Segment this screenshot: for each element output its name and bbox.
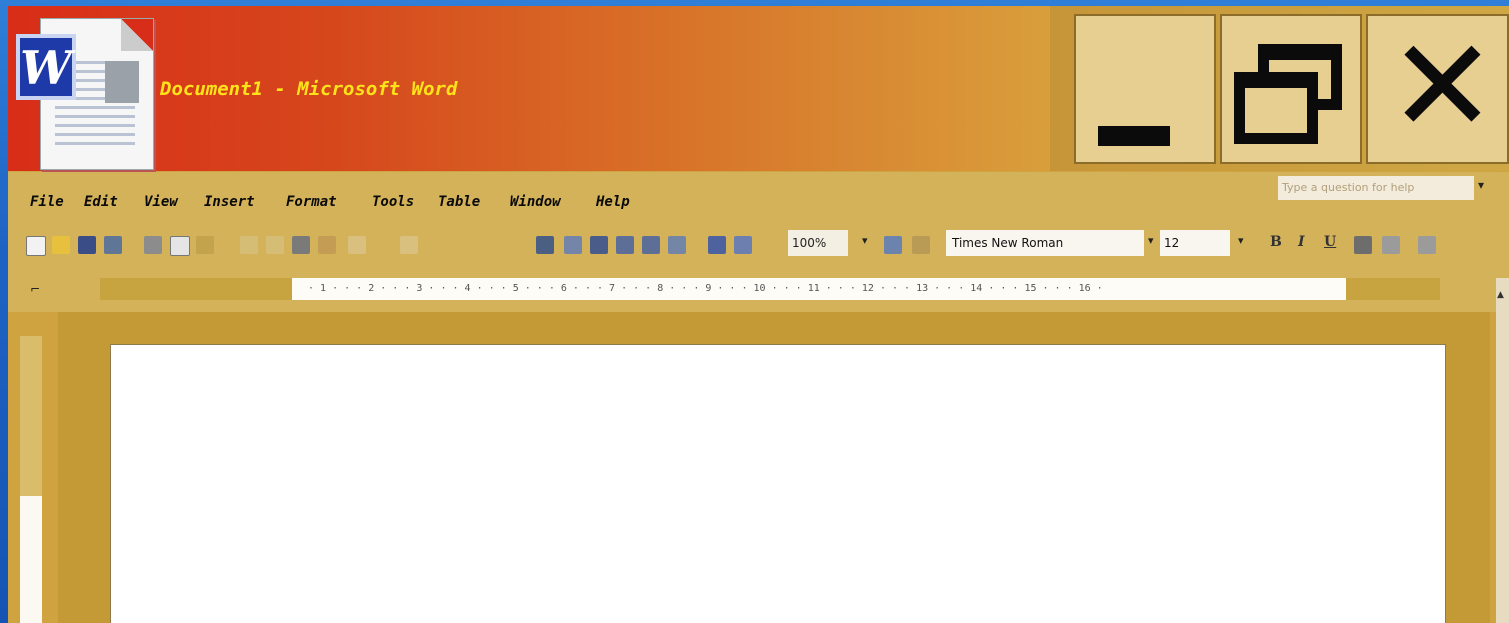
columns-icon[interactable] (642, 236, 660, 254)
window-title: Document1 - Microsoft Word (160, 78, 458, 100)
menu-help[interactable]: Help (596, 194, 630, 210)
align-center-icon[interactable] (1382, 236, 1400, 254)
menu-edit[interactable]: Edit (84, 194, 118, 210)
menu-file[interactable]: File (30, 194, 64, 210)
open-folder-icon[interactable] (52, 236, 70, 254)
restore-icon-front (1234, 72, 1318, 144)
help-search-input[interactable]: Type a question for help (1278, 176, 1474, 200)
toolbar (8, 224, 1509, 268)
help-icon[interactable] (884, 236, 902, 254)
insert-table-icon[interactable] (590, 236, 608, 254)
word-window: W Document1 - Microsoft Word ✕ File Edit… (8, 6, 1509, 623)
insert-excel-icon[interactable] (616, 236, 634, 254)
tables-borders-icon[interactable] (564, 236, 582, 254)
menu-view[interactable]: View (144, 194, 178, 210)
zoom-field[interactable]: 100% (788, 230, 848, 256)
show-hide-icon[interactable] (734, 236, 752, 254)
underline-button[interactable]: U (1324, 234, 1336, 250)
print-preview-icon[interactable] (170, 236, 190, 256)
document-map-icon[interactable] (708, 236, 726, 254)
font-size-dropdown-icon[interactable]: ▾ (1238, 234, 1244, 247)
vertical-ruler[interactable] (20, 336, 42, 623)
minimize-button[interactable] (1074, 14, 1216, 164)
bold-button[interactable]: B (1270, 234, 1282, 250)
page-fold (121, 19, 153, 51)
save-icon[interactable] (78, 236, 96, 254)
print-icon[interactable] (144, 236, 162, 254)
copy-icon[interactable] (266, 236, 284, 254)
permission-icon[interactable] (104, 236, 122, 254)
restore-button[interactable] (1220, 14, 1362, 164)
zoom-dropdown-icon[interactable]: ▾ (862, 234, 868, 247)
menu-window[interactable]: Window (510, 194, 561, 210)
menu-format[interactable]: Format (286, 194, 337, 210)
image-placeholder (105, 61, 139, 103)
tab-selector-icon[interactable]: ⌐ (30, 282, 40, 296)
minimize-icon (1098, 126, 1170, 146)
ruler-left-margin (100, 278, 292, 300)
align-left-icon[interactable] (1354, 236, 1372, 254)
font-name-field[interactable]: Times New Roman (946, 230, 1144, 256)
new-document-icon[interactable] (26, 236, 46, 256)
title-bar[interactable]: W Document1 - Microsoft Word (8, 6, 1078, 171)
close-button[interactable]: ✕ (1366, 14, 1509, 164)
ruler-right-margin (1346, 278, 1440, 300)
word-logo-icon[interactable]: W (16, 34, 76, 100)
hyperlink-icon[interactable] (536, 236, 554, 254)
menu-table[interactable]: Table (438, 194, 480, 210)
spelling-icon[interactable] (196, 236, 214, 254)
font-size-field[interactable]: 12 (1160, 230, 1230, 256)
italic-button[interactable]: I (1298, 234, 1305, 250)
help-dropdown-icon[interactable]: ▾ (1478, 178, 1484, 192)
vertical-scrollbar[interactable] (1496, 278, 1509, 623)
format-painter-icon[interactable] (318, 236, 336, 254)
menu-tools[interactable]: Tools (372, 194, 414, 210)
drawing-icon[interactable] (668, 236, 686, 254)
cut-icon[interactable] (240, 236, 258, 254)
scroll-up-icon[interactable]: ▲ (1497, 290, 1504, 300)
menu-insert[interactable]: Insert (204, 194, 255, 210)
undo-icon[interactable] (348, 236, 366, 254)
ruler-ticks: · 1 · · · 2 · · · 3 · · · 4 · · · 5 · · … (308, 283, 1103, 294)
font-name-dropdown-icon[interactable]: ▾ (1148, 234, 1154, 247)
redo-icon[interactable] (400, 236, 418, 254)
close-icon: ✕ (1388, 10, 1497, 162)
bullets-icon[interactable] (1418, 236, 1436, 254)
document-page[interactable] (110, 344, 1446, 623)
toolbar-options-icon[interactable] (912, 236, 930, 254)
paste-icon[interactable] (292, 236, 310, 254)
